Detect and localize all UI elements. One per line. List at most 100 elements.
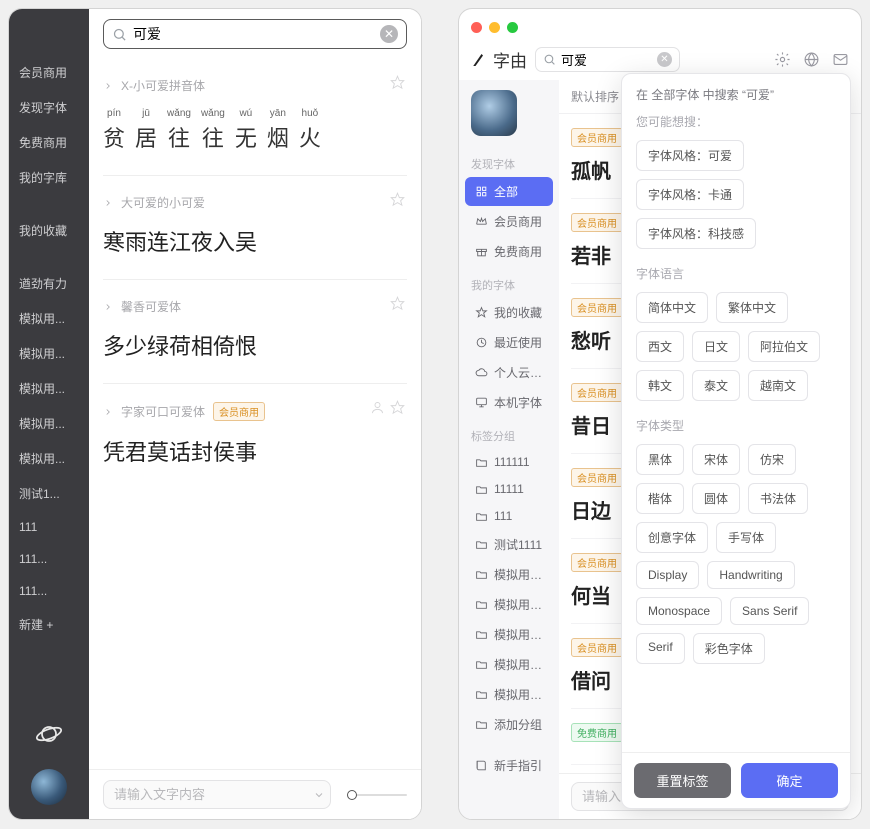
right-sidebar: 发现字体全部会员商用免费商用我的字体我的收藏最近使用个人云字库本机字体标签分组1… [459, 80, 559, 819]
type-chip[interactable]: 宋体 [692, 444, 740, 475]
font-block[interactable]: 馨香可爱体多少绿荷相倚恨 [103, 279, 407, 383]
sidebar-item[interactable]: 111... [9, 543, 89, 575]
suggest-chip[interactable]: 字体风格：科技感 [636, 218, 756, 249]
font-name: 字家可口可爱体 [121, 403, 205, 420]
lang-chips: 简体中文繁体中文西文日文阿拉伯文韩文泰文越南文 [636, 292, 836, 401]
left-search-input[interactable] [133, 26, 374, 42]
sidebar-item-cloud[interactable]: 个人云字库 [465, 358, 553, 387]
sidebar-item[interactable]: 模拟用... [9, 301, 89, 336]
sidebar-tag-item[interactable]: 模拟用户4 [465, 590, 553, 619]
lang-chip[interactable]: 繁体中文 [716, 292, 788, 323]
search-hint[interactable]: 在 全部字体 中搜索 “可爱” [636, 86, 836, 103]
sidebar-item[interactable]: 会员商用 [9, 55, 89, 90]
sidebar-tag-item[interactable]: 11111 [465, 476, 553, 502]
sidebar-tag-item[interactable]: 添加分组 [465, 710, 553, 739]
sidebar-item-label: 模拟用户2 [494, 656, 543, 673]
avatar-box[interactable] [459, 86, 559, 146]
type-chip[interactable]: Monospace [636, 597, 722, 625]
lang-chip[interactable]: 简体中文 [636, 292, 708, 323]
planet-icon[interactable] [35, 720, 63, 751]
type-chip[interactable]: 楷体 [636, 483, 684, 514]
sidebar-item-star[interactable]: 我的收藏 [465, 298, 553, 327]
sidebar-tag-item[interactable]: 111111 [465, 449, 553, 475]
lang-chip[interactable]: 泰文 [692, 370, 740, 401]
sidebar-item[interactable]: 模拟用... [9, 406, 89, 441]
type-chip[interactable]: Handwriting [707, 561, 794, 589]
sidebar-item[interactable]: 发现字体 [9, 90, 89, 125]
avatar [471, 90, 517, 136]
font-name-row: 大可爱的小可爱 [103, 194, 407, 211]
size-slider[interactable] [347, 794, 407, 796]
type-chip[interactable]: 书法体 [748, 483, 808, 514]
star-icon[interactable] [390, 400, 405, 415]
clear-icon[interactable]: ✕ [657, 52, 672, 67]
font-sample: 多少绿荷相倚恨 [103, 329, 407, 361]
star-icon[interactable] [390, 75, 405, 90]
sidebar-guide[interactable]: 新手指引 [465, 751, 553, 780]
reset-button[interactable]: 重置标签 [634, 763, 731, 798]
close-dot[interactable] [471, 22, 482, 33]
sidebar-item[interactable]: 111... [9, 575, 89, 607]
lang-chip[interactable]: 韩文 [636, 370, 684, 401]
sidebar-item-monitor[interactable]: 本机字体 [465, 388, 553, 417]
sidebar-tag-item[interactable]: 111 [465, 503, 553, 529]
sidebar-item[interactable]: 免费商用 [9, 125, 89, 160]
sidebar-item-gift[interactable]: 免费商用 [465, 237, 553, 266]
right-search-input[interactable] [561, 52, 652, 67]
type-chip[interactable]: 创意字体 [636, 522, 708, 553]
globe-icon[interactable] [803, 51, 820, 68]
sidebar-item-label: 本机字体 [494, 394, 542, 411]
sidebar-tag-item[interactable]: 模拟用户2 [465, 650, 553, 679]
star-icon[interactable] [390, 192, 405, 207]
gear-icon[interactable] [774, 51, 791, 68]
font-name: 馨香可爱体 [121, 298, 181, 315]
lang-chip[interactable]: 越南文 [748, 370, 808, 401]
sidebar-tag-item[interactable]: 模拟用户1 [465, 680, 553, 709]
chevron-down-icon[interactable] [313, 789, 325, 801]
sidebar-item[interactable]: 模拟用... [9, 336, 89, 371]
lang-chip[interactable]: 日文 [692, 331, 740, 362]
suggest-chip[interactable]: 字体风格：可爱 [636, 140, 744, 171]
clear-icon[interactable]: ✕ [380, 25, 398, 43]
sidebar-tag-item[interactable]: 模拟用户3 [465, 620, 553, 649]
sidebar-item-clock[interactable]: 最近使用 [465, 328, 553, 357]
preview-text-input[interactable] [103, 780, 331, 809]
type-chip[interactable]: 彩色字体 [693, 633, 765, 664]
type-chip[interactable]: 手写体 [716, 522, 776, 553]
sidebar-tag-item[interactable]: 测试1111 [465, 530, 553, 559]
sidebar-item[interactable]: 111 [9, 511, 89, 543]
type-chip[interactable]: Serif [636, 633, 685, 664]
star-icon[interactable] [390, 296, 405, 311]
avatar[interactable] [31, 769, 67, 805]
type-chip[interactable]: 仿宋 [748, 444, 796, 475]
left-window: 会员商用发现字体免费商用我的字库我的收藏遒劲有力模拟用...模拟用...模拟用.… [8, 8, 422, 820]
type-chip[interactable]: Display [636, 561, 699, 589]
sidebar-item[interactable]: 遒劲有力 [9, 266, 89, 301]
sidebar-item[interactable]: 我的收藏 [9, 213, 89, 248]
sidebar-item[interactable]: 模拟用... [9, 371, 89, 406]
mail-icon[interactable] [832, 51, 849, 68]
sidebar-tag-item[interactable]: 模拟用户5 [465, 560, 553, 589]
zoom-dot[interactable] [507, 22, 518, 33]
type-chip[interactable]: 圆体 [692, 483, 740, 514]
lang-chip[interactable]: 阿拉伯文 [748, 331, 820, 362]
minimize-dot[interactable] [489, 22, 500, 33]
sidebar-item[interactable]: 新建 + [9, 607, 89, 642]
lang-chip[interactable]: 西文 [636, 331, 684, 362]
sidebar-item-crown[interactable]: 会员商用 [465, 207, 553, 236]
sidebar-item[interactable]: 我的字库 [9, 160, 89, 195]
sidebar-item[interactable]: 测试1... [9, 476, 89, 511]
ok-button[interactable]: 确定 [741, 763, 838, 798]
person-icon[interactable] [370, 400, 385, 415]
suggest-chip[interactable]: 字体风格：卡通 [636, 179, 744, 210]
font-block[interactable]: 大可爱的小可爱寒雨连江夜入吴 [103, 175, 407, 279]
right-search: ✕ [535, 47, 680, 72]
sidebar-item-grid[interactable]: 全部 [465, 177, 553, 206]
gift-icon [475, 245, 488, 258]
sidebar-item[interactable]: 模拟用... [9, 441, 89, 476]
type-chip[interactable]: Sans Serif [730, 597, 809, 625]
left-sidebar: 会员商用发现字体免费商用我的字库我的收藏遒劲有力模拟用...模拟用...模拟用.… [9, 9, 89, 819]
font-block[interactable]: 字家可口可爱体会员商用凭君莫话封侯事 [103, 383, 407, 489]
type-chip[interactable]: 黑体 [636, 444, 684, 475]
font-block[interactable]: X-小可爱拼音体pín贫jū居wǎng往wǎng往wú无yān烟huǒ火 [103, 59, 407, 175]
